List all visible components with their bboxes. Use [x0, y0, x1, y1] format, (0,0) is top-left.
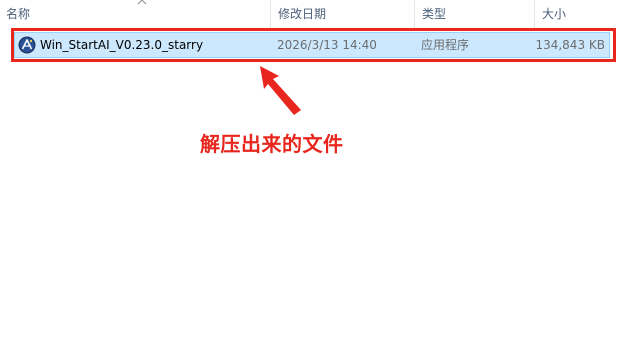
column-header-type-label: 类型	[422, 7, 447, 21]
column-header-row: 名称 修改日期 类型 大小	[0, 0, 639, 28]
column-header-size-label: 大小	[542, 7, 567, 21]
file-type: 应用程序	[421, 38, 470, 52]
file-size: 134,843 KB	[535, 38, 605, 52]
column-header-type[interactable]: 类型	[416, 0, 534, 28]
column-header-date-modified[interactable]: 修改日期	[272, 0, 414, 28]
starry-app-icon	[18, 36, 36, 54]
column-header-size[interactable]: 大小	[536, 0, 639, 28]
file-date-modified: 2026/3/13 14:40	[277, 38, 377, 52]
file-name[interactable]: Win_StartAI_V0.23.0_starry	[40, 33, 203, 57]
annotation-caption: 解压出来的文件	[200, 132, 344, 156]
column-divider[interactable]	[414, 0, 415, 28]
column-divider[interactable]	[534, 0, 535, 28]
column-header-name-label: 名称	[6, 7, 31, 21]
annotation-arrow-icon	[260, 66, 301, 115]
column-header-date-label: 修改日期	[278, 7, 327, 21]
file-row[interactable]: Win_StartAI_V0.23.0_starry 2026/3/13 14:…	[14, 32, 610, 58]
column-header-name[interactable]: 名称	[0, 0, 270, 28]
chevron-up-icon	[137, 0, 147, 5]
column-divider[interactable]	[270, 0, 271, 28]
